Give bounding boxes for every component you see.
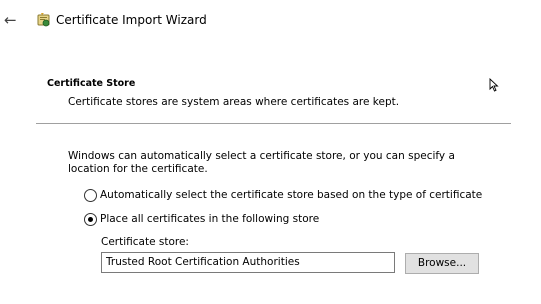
place-in-store-option[interactable]: Place all certificates in the following …: [84, 211, 319, 227]
auto-select-store-option[interactable]: Automatically select the certificate sto…: [84, 187, 482, 203]
radio-label-place-in-store[interactable]: Place all certificates in the following …: [100, 213, 319, 225]
back-arrow-icon[interactable]: ←: [4, 11, 22, 29]
mouse-pointer-icon: [489, 77, 499, 92]
browse-button[interactable]: Browse...: [405, 253, 479, 274]
divider: [36, 123, 511, 124]
instructions-text: Windows can automatically select a certi…: [68, 150, 455, 175]
certificate-store-label: Certificate store:: [101, 236, 189, 248]
section-description: Certificate stores are system areas wher…: [68, 96, 400, 108]
certificate-store-field[interactable]: Trusted Root Certification Authorities: [101, 252, 395, 273]
radio-label-auto-select[interactable]: Automatically select the certificate sto…: [100, 189, 482, 201]
radio-auto-select[interactable]: [84, 188, 97, 202]
section-heading: Certificate Store: [47, 78, 136, 89]
certificate-wizard-icon: [35, 11, 53, 29]
window-title: Certificate Import Wizard: [56, 13, 207, 27]
certificate-import-wizard: ← Certificate Import Wizard Certificate …: [0, 0, 541, 304]
radio-place-in-store[interactable]: [84, 212, 97, 226]
